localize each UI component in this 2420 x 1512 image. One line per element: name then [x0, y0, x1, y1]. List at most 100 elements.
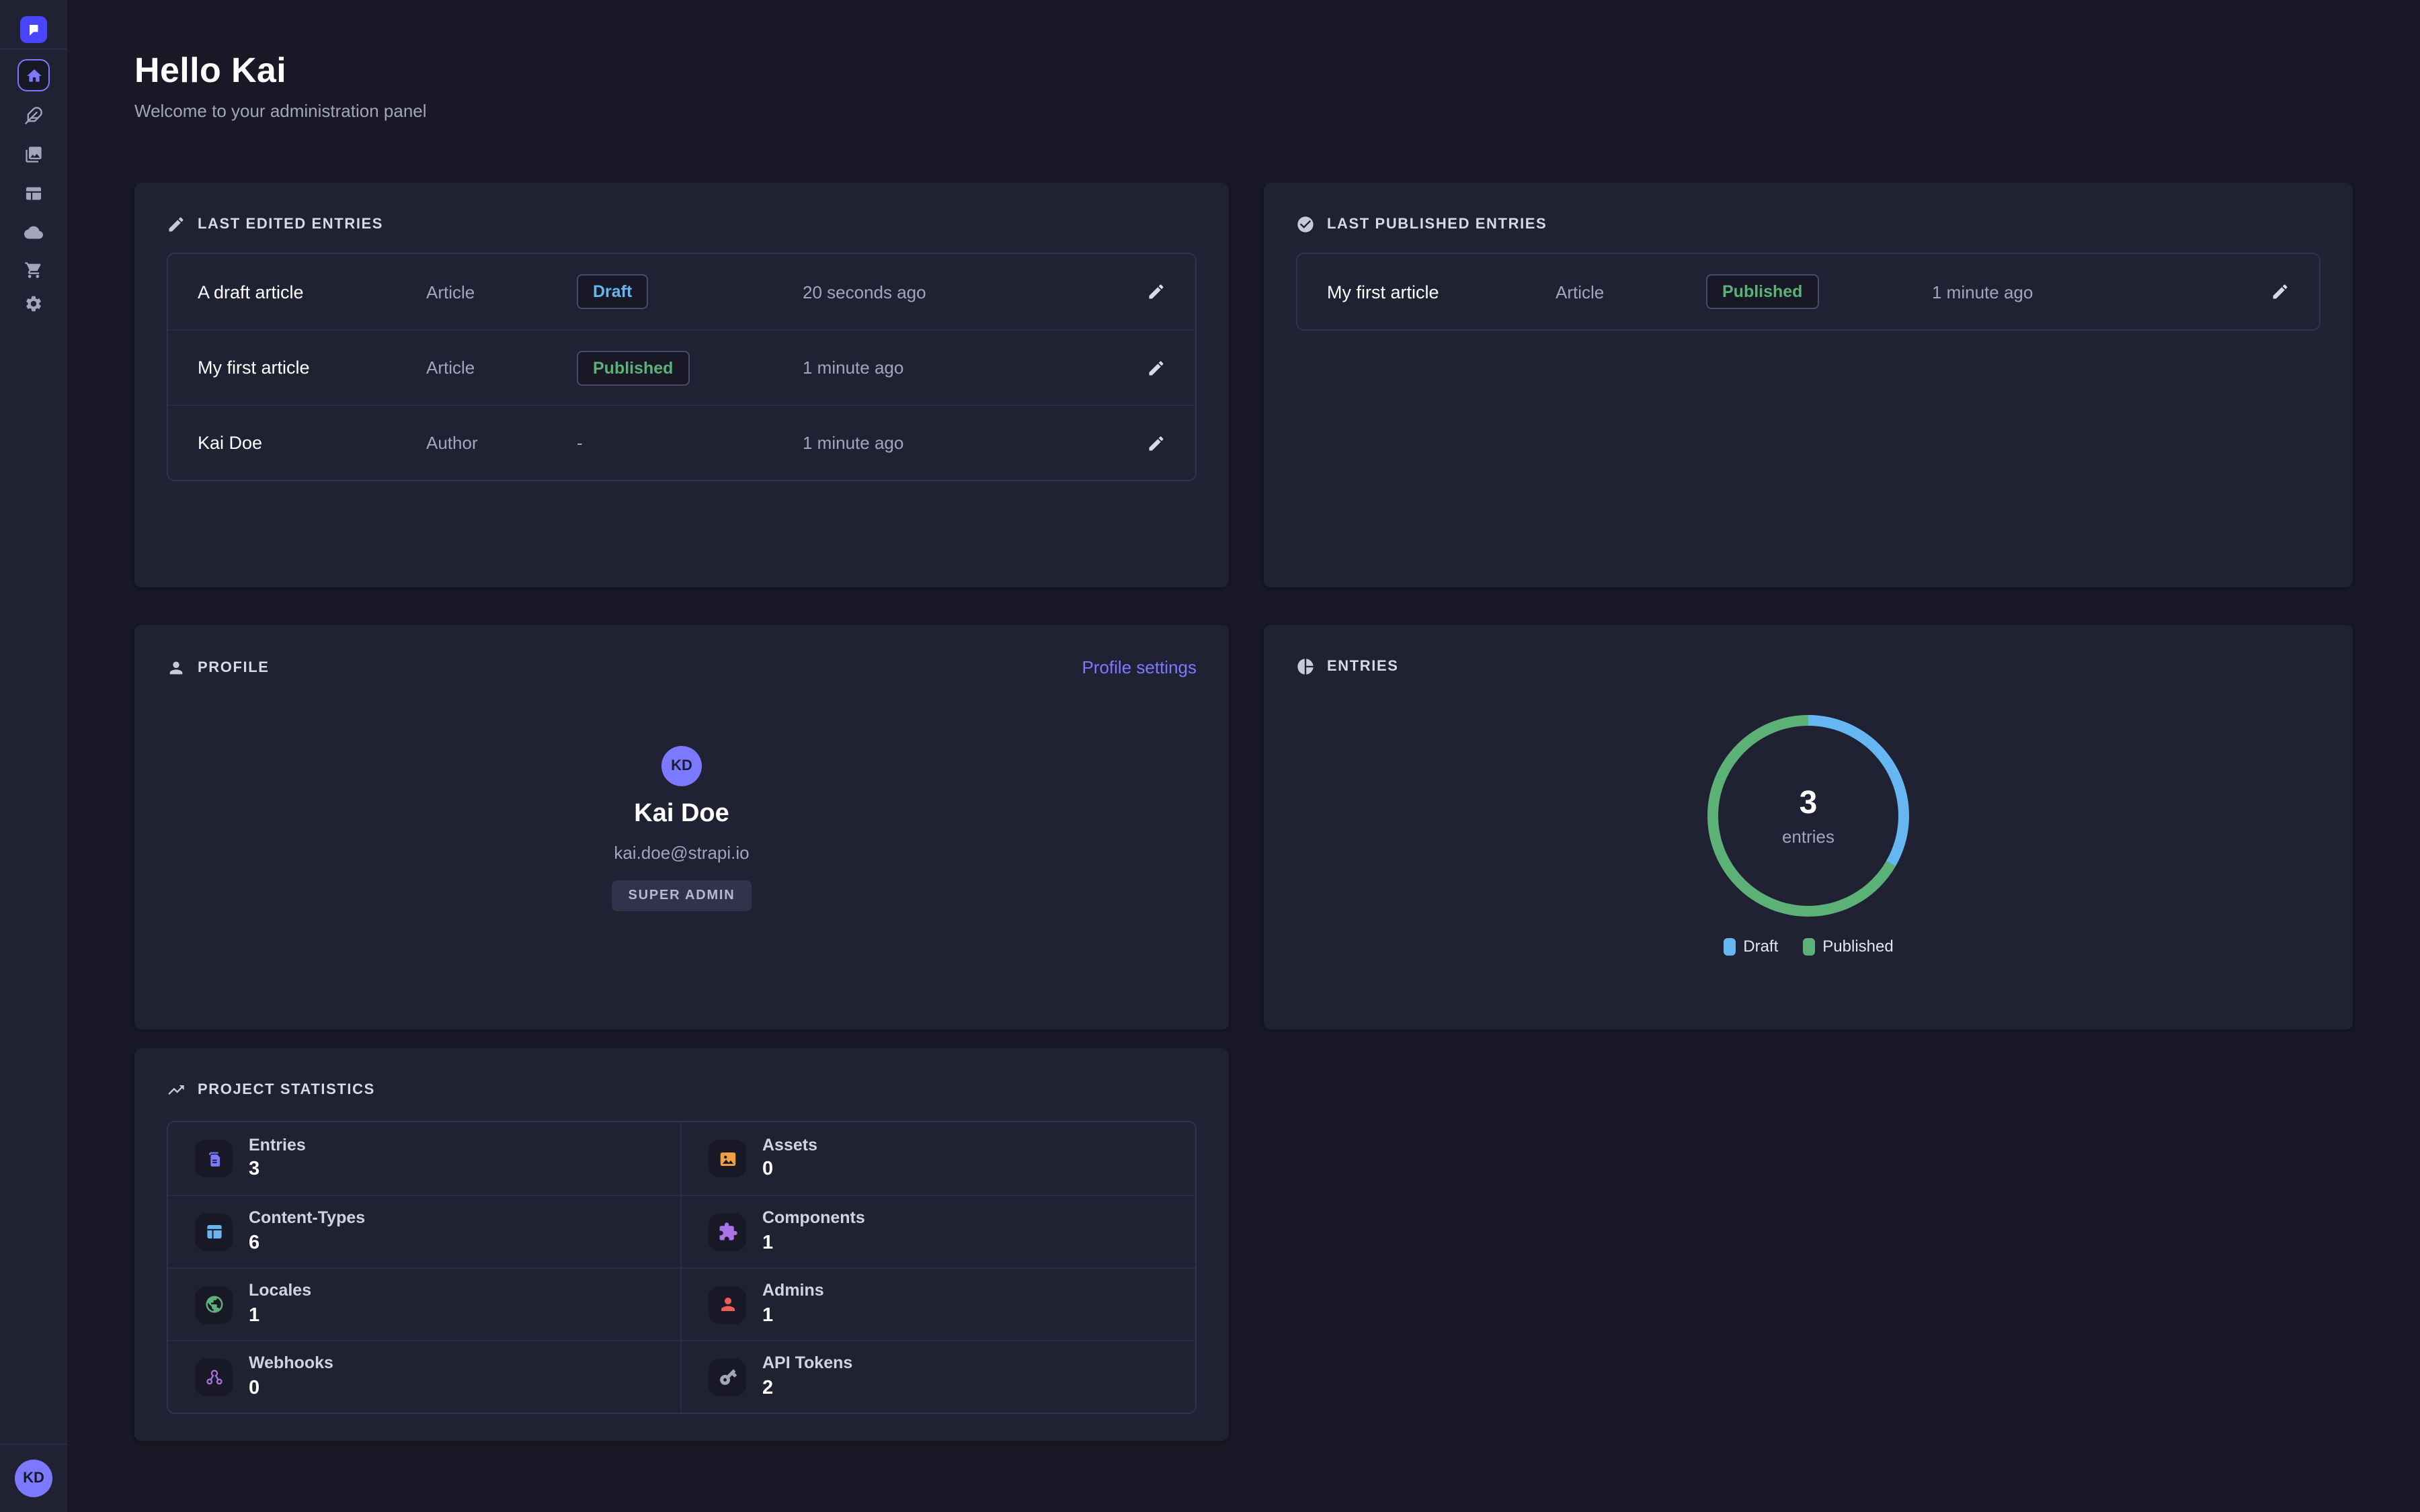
profile-body: KD Kai Doe kai.doe@strapi.io SUPER ADMIN	[134, 746, 1229, 911]
webhook-icon	[195, 1358, 233, 1396]
stat-content-types: Content-Types6	[168, 1195, 682, 1267]
donut-center: 3 entries	[1707, 715, 1909, 917]
last-edited-table: A draft article Article Draft 20 seconds…	[167, 253, 1197, 481]
documents-icon	[195, 1140, 233, 1177]
layout-icon	[195, 1213, 233, 1251]
key-icon	[709, 1358, 746, 1396]
panel-title: PROJECT STATISTICS	[198, 1082, 375, 1098]
entry-name: My first article	[198, 358, 426, 378]
check-circle-icon	[1296, 215, 1315, 234]
stat-label: Components	[762, 1210, 865, 1228]
panel-profile: PROFILE Profile settings KD Kai Doe kai.…	[134, 625, 1229, 1030]
sidebar-bottom-divider	[0, 1443, 67, 1445]
profile-name: Kai Doe	[134, 800, 1229, 829]
stat-components: Components 1	[682, 1195, 1195, 1267]
panel-entries: ENTRIES 3 entries Draft Published	[1264, 625, 2353, 1030]
sidebar-item-deploy[interactable]	[24, 223, 43, 242]
stat-value: 1	[762, 1232, 865, 1254]
stat-admins: Admins 1	[682, 1267, 1195, 1340]
legend-label: Published	[1822, 937, 1893, 956]
picture-icon	[709, 1140, 746, 1177]
panel-last-edited-header: LAST EDITED ENTRIES	[134, 183, 1229, 234]
stat-api-tokens: API Tokens 2	[682, 1340, 1195, 1413]
sidebar-user-avatar[interactable]: KD	[15, 1460, 52, 1497]
entry-kind: Article	[426, 282, 577, 302]
edit-icon[interactable]	[1147, 358, 1166, 377]
edit-icon[interactable]	[1147, 433, 1166, 452]
entries-donut-wrap: 3 entries	[1264, 715, 2353, 917]
entries-donut-chart: 3 entries	[1707, 715, 1909, 917]
puzzle-icon	[709, 1213, 746, 1251]
stats-table: Entries 3 Assets 0 Content-Types6	[167, 1121, 1197, 1414]
stat-value: 6	[249, 1232, 365, 1254]
sidebar-item-media-library[interactable]	[24, 145, 43, 164]
sidebar-item-settings[interactable]	[24, 294, 43, 313]
stat-label: API Tokens	[762, 1355, 852, 1374]
stat-value: 1	[249, 1305, 311, 1327]
entry-time: 1 minute ago	[803, 433, 1106, 453]
pie-chart-icon	[1296, 657, 1315, 676]
stat-value: 0	[762, 1159, 817, 1181]
last-published-table: My first article Article Published 1 min…	[1296, 253, 2321, 331]
status-empty: -	[577, 433, 803, 453]
profile-email: kai.doe@strapi.io	[134, 843, 1229, 863]
entry-name: Kai Doe	[198, 433, 426, 453]
stat-value: 3	[249, 1159, 306, 1181]
panel-last-published-header: LAST PUBLISHED ENTRIES	[1264, 183, 2353, 234]
sidebar-item-content-manager[interactable]	[24, 106, 43, 125]
globe-icon	[195, 1286, 233, 1323]
panel-last-edited-entries: LAST EDITED ENTRIES A draft article Arti…	[134, 183, 1229, 587]
home-icon	[25, 67, 42, 84]
entry-time: 1 minute ago	[803, 358, 1106, 378]
panel-entries-header: ENTRIES	[1264, 625, 2353, 676]
edit-icon[interactable]	[2271, 282, 2290, 301]
status-badge: Published	[577, 350, 689, 385]
page-header: Hello Kai Welcome to your administration…	[67, 0, 2420, 121]
panel-stats-header: PROJECT STATISTICS	[134, 1048, 1229, 1099]
legend-item-draft: Draft	[1723, 937, 1778, 956]
table-row[interactable]: My first article Article Published 1 min…	[1297, 254, 2319, 329]
page-subtitle: Welcome to your administration panel	[134, 101, 2420, 121]
images-icon	[24, 145, 43, 164]
stat-label: Locales	[249, 1282, 311, 1301]
cart-icon	[24, 261, 43, 280]
entry-name: A draft article	[198, 282, 426, 302]
table-row[interactable]: My first article Article Published 1 min…	[168, 329, 1195, 405]
stat-value: 0	[249, 1378, 333, 1399]
panel-title: LAST EDITED ENTRIES	[198, 216, 383, 233]
sidebar-divider	[0, 48, 67, 50]
pencil-icon	[167, 215, 186, 234]
stat-webhooks: Webhooks0	[168, 1340, 682, 1413]
panel-project-statistics: PROJECT STATISTICS Entries 3 Assets 0	[134, 1048, 1229, 1441]
sidebar-item-content-type-builder[interactable]	[24, 184, 43, 203]
stat-label: Entries	[249, 1136, 306, 1155]
table-row[interactable]: A draft article Article Draft 20 seconds…	[168, 254, 1195, 329]
trending-up-icon	[167, 1081, 186, 1099]
panel-last-published-entries: LAST PUBLISHED ENTRIES My first article …	[1264, 183, 2353, 587]
chart-legend: Draft Published	[1264, 937, 2353, 956]
panel-profile-header: PROFILE Profile settings	[134, 625, 1229, 677]
stat-value: 1	[762, 1305, 824, 1327]
role-badge: SUPER ADMIN	[612, 880, 751, 911]
profile-settings-link[interactable]: Profile settings	[1082, 657, 1197, 677]
stat-label: Admins	[762, 1282, 824, 1301]
sidebar: KD	[0, 0, 67, 1512]
sidebar-item-home[interactable]	[17, 59, 50, 91]
stat-label: Assets	[762, 1136, 817, 1155]
strapi-logo[interactable]	[20, 16, 47, 43]
stat-value: 2	[762, 1378, 852, 1399]
legend-swatch-draft	[1723, 937, 1735, 955]
panel-title: ENTRIES	[1327, 659, 1399, 675]
user-icon	[709, 1286, 746, 1323]
panel-title: LAST PUBLISHED ENTRIES	[1327, 216, 1547, 233]
table-row[interactable]: Kai Doe Author - 1 minute ago	[168, 405, 1195, 480]
legend-item-published: Published	[1802, 937, 1893, 956]
status-badge: Published	[1706, 274, 1818, 309]
feather-icon	[24, 106, 43, 125]
strapi-logo-icon	[26, 22, 42, 38]
stat-entries: Entries 3	[168, 1122, 682, 1195]
edit-icon[interactable]	[1147, 282, 1166, 301]
legend-label: Draft	[1743, 937, 1778, 956]
sidebar-item-marketplace[interactable]	[24, 261, 43, 280]
gear-icon	[24, 294, 43, 313]
